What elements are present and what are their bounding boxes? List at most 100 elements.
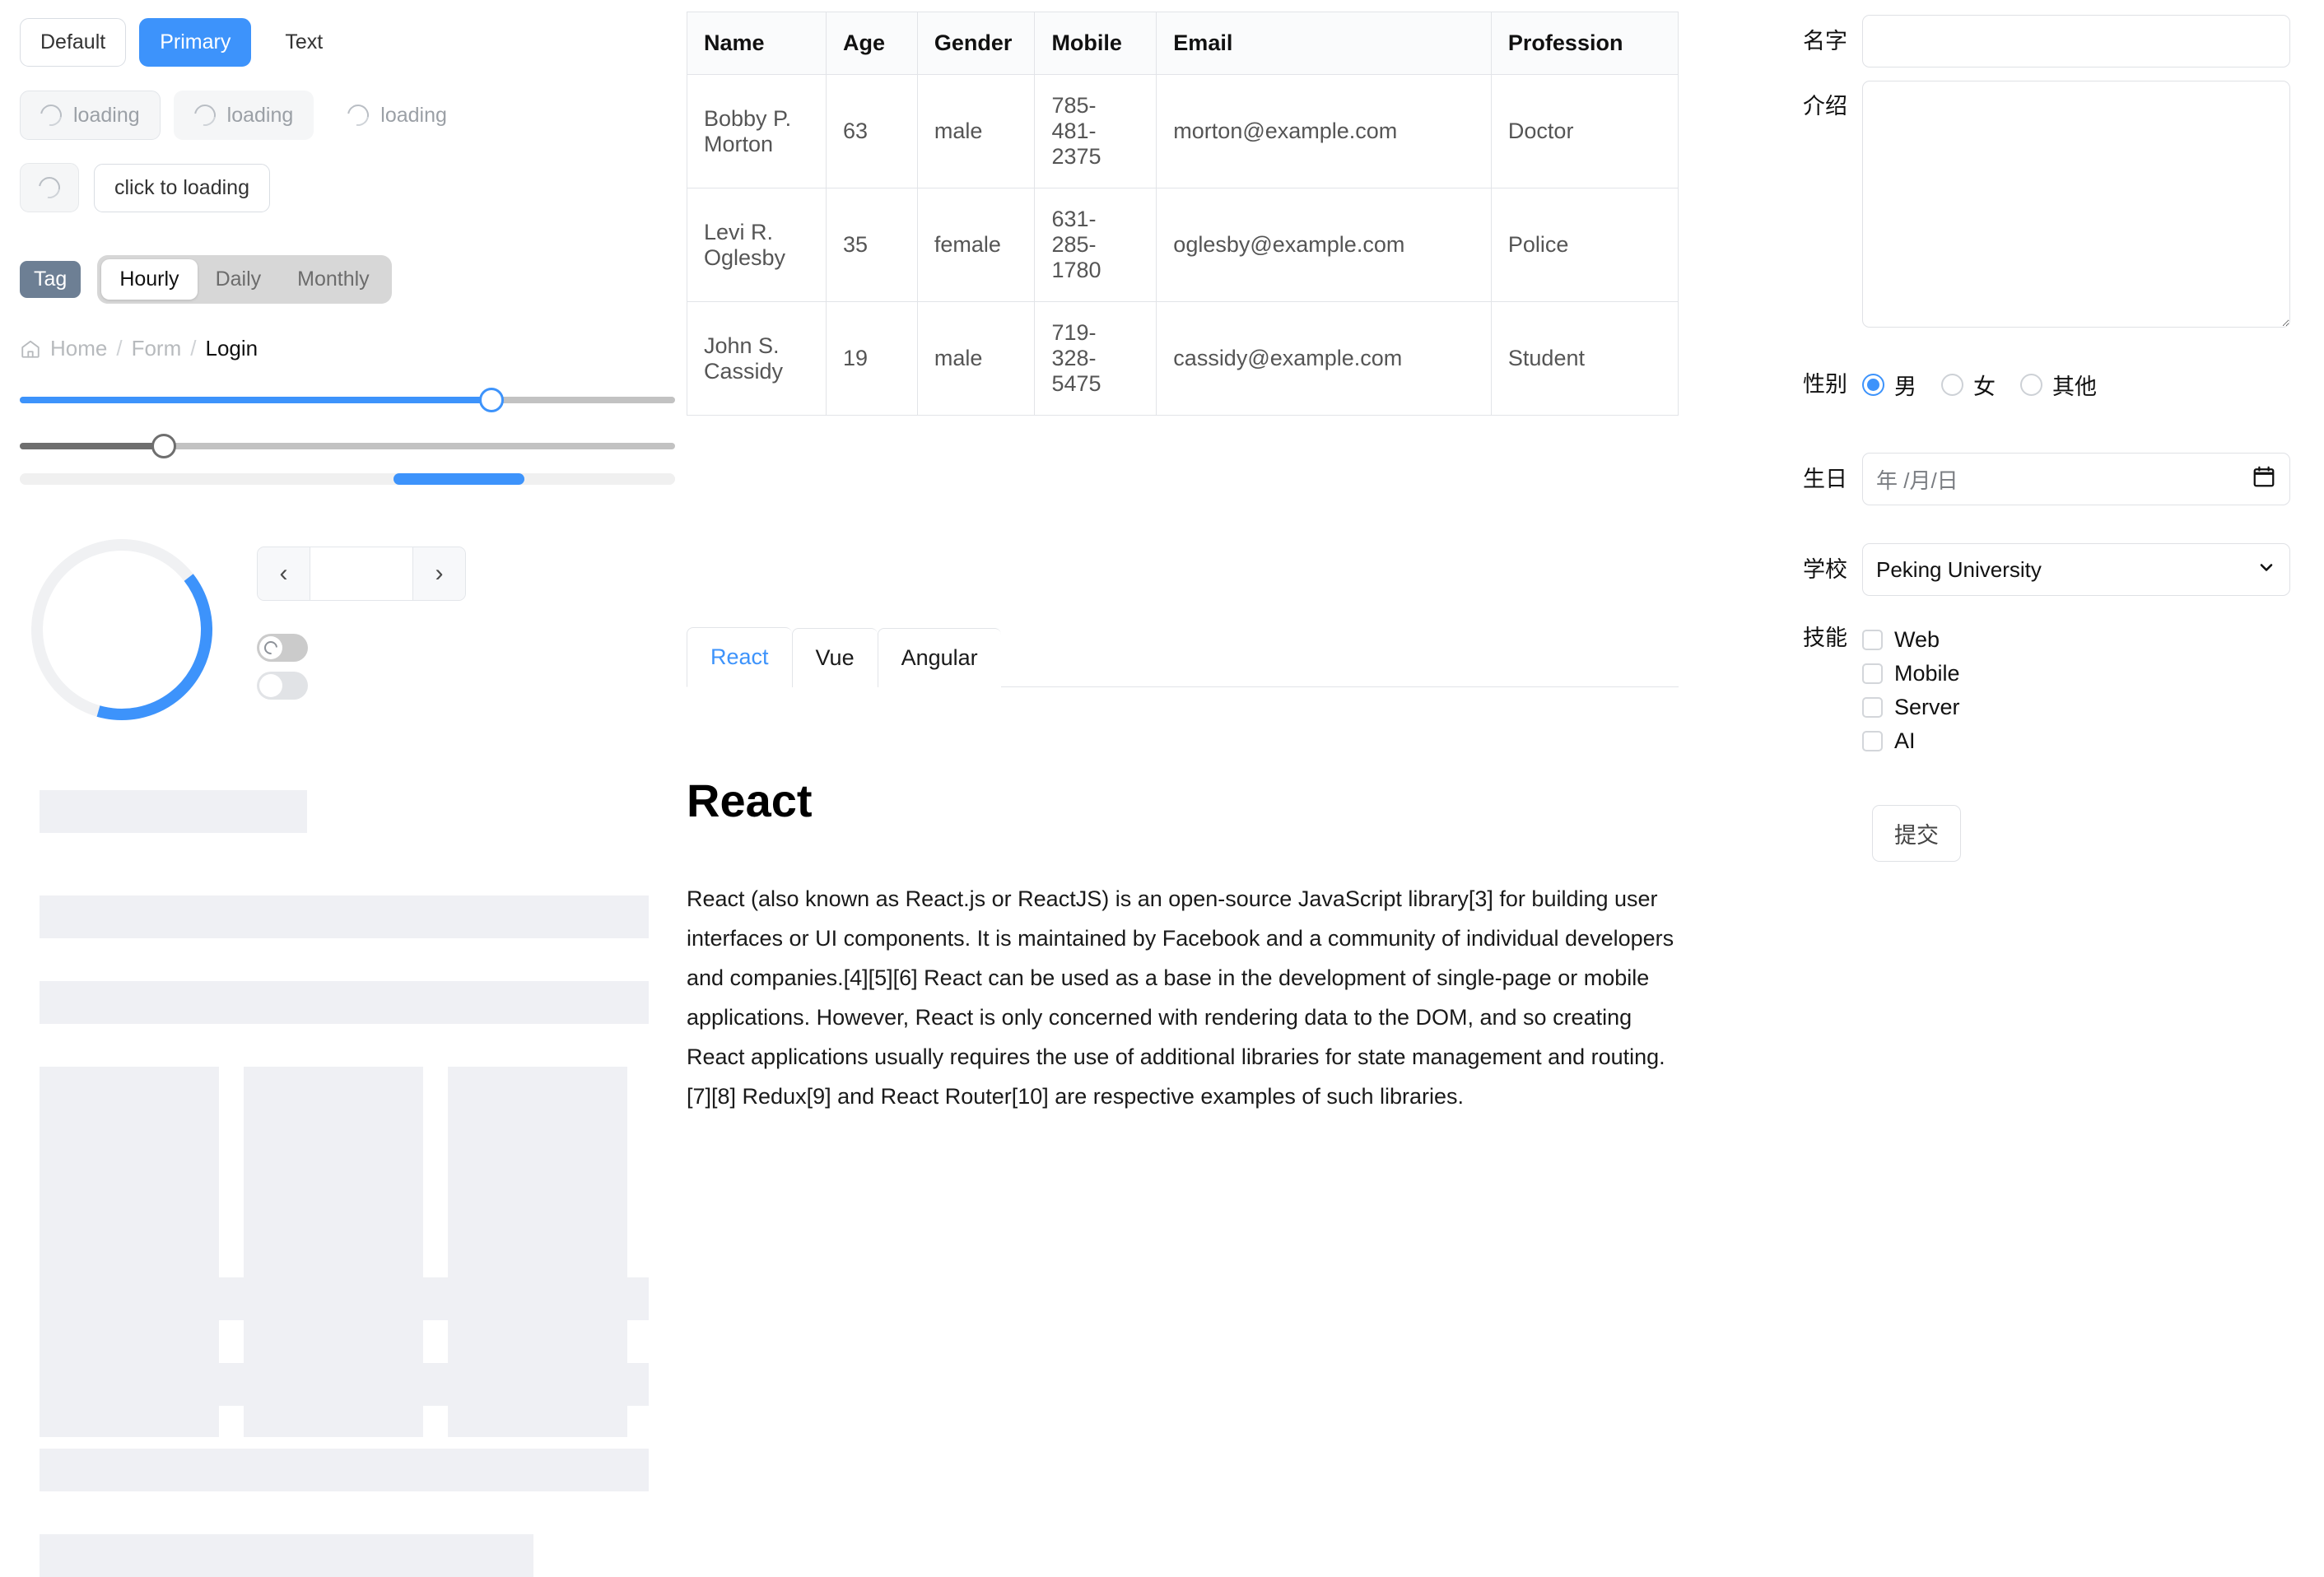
checkbox-indicator[interactable] <box>1862 697 1883 718</box>
intro-textarea[interactable] <box>1862 81 2290 328</box>
label-school: 学校 <box>1803 556 1847 582</box>
label-gender: 性别 <box>1803 372 1847 397</box>
name-input[interactable] <box>1862 15 2290 67</box>
home-icon <box>20 338 41 360</box>
cell-profession: Student <box>1490 301 1679 416</box>
column-header-gender[interactable]: Gender <box>916 12 1036 75</box>
checkbox-label-ai: AI <box>1894 728 1916 753</box>
cell-mobile: 719-328-5475 <box>1034 301 1157 416</box>
segmented-control[interactable]: Hourly Daily Monthly <box>97 255 392 304</box>
table-row[interactable]: Bobby P. Morton 63 male 785-481-2375 mor… <box>687 74 1679 188</box>
radio-indicator[interactable] <box>2020 374 2042 396</box>
checkbox-web[interactable]: Web <box>1862 627 1960 653</box>
column-header-mobile[interactable]: Mobile <box>1034 12 1157 75</box>
loading-bare-label: loading <box>380 103 447 127</box>
chevron-left-icon[interactable]: ‹ <box>258 547 310 600</box>
checkbox-indicator[interactable] <box>1862 663 1883 684</box>
skeleton-block <box>40 895 649 938</box>
toggle-loading[interactable] <box>257 634 308 662</box>
school-select[interactable]: Peking University <box>1862 543 2290 596</box>
skills-checkbox-group: Web Mobile Server AI <box>1862 627 1960 754</box>
submit-button[interactable]: 提交 <box>1872 805 1961 862</box>
chevron-right-icon[interactable]: › <box>412 547 465 600</box>
checkbox-indicator[interactable] <box>1862 731 1883 751</box>
middle-column: Name Age Gender Mobile Email Profession … <box>687 0 1683 1468</box>
school-selected-value: Peking University <box>1876 556 2042 582</box>
checkbox-mobile[interactable]: Mobile <box>1862 661 1960 686</box>
calendar-icon[interactable] <box>2252 464 2276 495</box>
text-button[interactable]: Text <box>264 18 343 67</box>
tag-and-segmented-row: Tag Hourly Daily Monthly <box>20 255 392 304</box>
radio-label-male: 男 <box>1894 374 1916 399</box>
pagination[interactable]: ‹ › <box>257 547 466 601</box>
progress-bar-chunk <box>393 473 524 485</box>
checkbox-indicator[interactable] <box>1862 630 1883 650</box>
skeleton-block <box>40 1277 649 1320</box>
toggle-plain[interactable] <box>257 672 308 700</box>
table-row[interactable]: John S. Cassidy 19 male 719-328-5475 cas… <box>687 301 1679 416</box>
checkbox-server[interactable]: Server <box>1862 695 1960 720</box>
breadcrumb-form[interactable]: Form <box>132 336 182 361</box>
label-birthday: 生日 <box>1803 466 1847 491</box>
radio-gender-male[interactable]: 男 <box>1862 369 1916 401</box>
column-header-age[interactable]: Age <box>825 12 918 75</box>
radio-indicator[interactable] <box>1941 374 1963 396</box>
radio-gender-female[interactable]: 女 <box>1941 369 1996 401</box>
spinner-icon <box>261 638 281 658</box>
spinner-icon <box>189 100 220 131</box>
left-column: Default Primary Text loading loading loa… <box>0 0 675 1577</box>
cell-email: morton@example.com <box>1156 74 1492 188</box>
checkbox-ai[interactable]: AI <box>1862 728 1960 754</box>
people-table: Name Age Gender Mobile Email Profession … <box>687 12 1679 416</box>
spinner-icon <box>343 100 374 131</box>
tab-angular[interactable]: Angular <box>877 628 1001 687</box>
form-row-intro: 介绍 <box>1803 81 2290 328</box>
form-row-birthday: 生日 年 /月/日 <box>1803 453 2290 505</box>
slider-thumb[interactable] <box>479 388 505 412</box>
default-button[interactable]: Default <box>20 18 127 67</box>
status-badge: Tag <box>20 261 82 298</box>
slider-thumb[interactable] <box>151 434 177 458</box>
skeleton-block <box>40 1534 533 1577</box>
slider-fill <box>20 397 492 403</box>
table-row[interactable]: Levi R. Oglesby 35 female 631-285-1780 o… <box>687 188 1679 302</box>
column-header-email[interactable]: Email <box>1156 12 1492 75</box>
pagination-body[interactable] <box>310 547 412 600</box>
chevron-down-icon[interactable] <box>2256 557 2276 583</box>
button-row-click-loading: click to loading <box>20 163 270 212</box>
primary-button[interactable]: Primary <box>139 18 252 67</box>
column-header-profession[interactable]: Profession <box>1490 12 1679 75</box>
loading-bare-button[interactable]: loading <box>327 91 468 140</box>
breadcrumb-separator: / <box>116 336 123 361</box>
column-header-name[interactable]: Name <box>687 12 827 75</box>
page-title: React <box>687 775 813 826</box>
tab-react[interactable]: React <box>687 627 792 687</box>
checkbox-label-mobile: Mobile <box>1894 661 1960 686</box>
radio-indicator[interactable] <box>1862 374 1884 396</box>
cell-age: 35 <box>825 188 918 302</box>
circular-progress <box>23 531 221 733</box>
segment-hourly[interactable]: Hourly <box>101 259 198 300</box>
cell-mobile: 785-481-2375 <box>1034 74 1157 188</box>
checkbox-label-server: Server <box>1894 695 1960 719</box>
loading-outline-label: loading <box>73 103 140 127</box>
segment-daily[interactable]: Daily <box>198 259 280 300</box>
slider-blue[interactable] <box>20 384 675 416</box>
breadcrumb-home[interactable]: Home <box>50 336 107 361</box>
icon-only-loading-button[interactable] <box>20 163 79 212</box>
loading-plain-button[interactable]: loading <box>173 91 314 140</box>
breadcrumb: Home / Form / Login <box>20 336 258 361</box>
birthday-input[interactable]: 年 /月/日 <box>1862 453 2290 505</box>
cell-age: 19 <box>825 301 918 416</box>
slider-fill <box>20 443 165 449</box>
slider-gray[interactable] <box>20 430 675 463</box>
loading-outline-button[interactable]: loading <box>20 91 161 140</box>
segment-monthly[interactable]: Monthly <box>279 259 388 300</box>
click-to-loading-button[interactable]: click to loading <box>94 163 270 212</box>
skeleton-block <box>40 1449 649 1491</box>
gender-radio-group: 男 女 其他 <box>1862 369 2121 401</box>
profile-form: 名字 介绍 性别 男 女 其他 生日 年 /月/日 学校 Peking Univ… <box>1803 0 2324 1468</box>
radio-gender-other[interactable]: 其他 <box>2020 369 2097 401</box>
table-body: Bobby P. Morton 63 male 785-481-2375 mor… <box>687 74 1679 416</box>
tab-vue[interactable]: Vue <box>791 628 878 687</box>
